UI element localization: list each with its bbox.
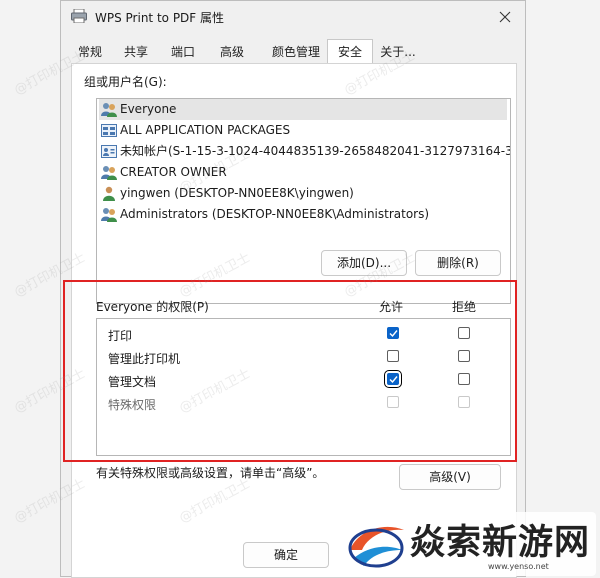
advanced-button[interactable]: 高级(V) (399, 464, 501, 490)
deny-checkbox-print[interactable] (458, 327, 470, 339)
permission-name: 管理此打印机 (108, 352, 181, 366)
users-group-icon (101, 102, 117, 117)
properties-dialog: WPS Print to PDF 属性 常规 共享 端口 高级 颜色管理 安全 … (60, 0, 526, 578)
group-list-label: 组或用户名(G): (84, 75, 167, 89)
remove-button[interactable]: 删除(R) (415, 250, 501, 276)
list-item-label: Everyone (120, 102, 177, 116)
deny-checkbox-manage-printer[interactable] (458, 350, 470, 362)
allow-checkbox-manage-documents[interactable] (384, 370, 402, 388)
window-title: WPS Print to PDF 属性 (95, 11, 225, 25)
ok-button[interactable]: 确定 (243, 542, 329, 568)
tab-about[interactable]: 关于... (373, 41, 423, 63)
security-panel: 组或用户名(G): Everyone ALL APPLICATION PACKA… (71, 63, 517, 578)
checkmark-icon (389, 330, 398, 338)
close-icon (499, 11, 511, 23)
list-item-everyone[interactable]: Everyone (99, 99, 507, 120)
list-item-label: ALL APPLICATION PACKAGES (120, 123, 291, 137)
allow-checkbox-manage-printer[interactable] (387, 350, 399, 362)
user-icon (101, 186, 117, 201)
users-group-icon (101, 165, 117, 180)
allow-checkbox-print[interactable] (387, 327, 399, 339)
list-item-label: yingwen (DESKTOP-NN0EE8K\yingwen) (120, 186, 354, 200)
app-packages-icon (101, 123, 117, 138)
permission-name: 打印 (108, 329, 133, 343)
permission-row-special: 特殊权限 (97, 392, 510, 415)
flame-logo-icon (344, 516, 408, 575)
printer-icon (71, 8, 87, 24)
list-item-label: Administrators (DESKTOP-NN0EE8K\Administ… (120, 207, 430, 221)
tab-ports[interactable]: 端口 (168, 41, 198, 63)
allow-column-header: 允许 (379, 300, 404, 314)
site-logo: 焱索新游网 www.yenso.net (338, 512, 596, 576)
allow-checkbox-special (387, 396, 399, 408)
permissions-title: Everyone 的权限(P) (96, 300, 209, 314)
tab-security[interactable]: 安全 (327, 39, 373, 65)
deny-checkbox-special (458, 396, 470, 408)
checkmark-icon (389, 376, 398, 384)
deny-checkbox-manage-documents[interactable] (458, 373, 470, 385)
tab-advanced[interactable]: 高级 (217, 41, 247, 63)
logo-url: www.yenso.net (488, 562, 549, 571)
advanced-hint: 有关特殊权限或高级设置，请单击“高级”。 (96, 466, 325, 480)
permissions-list: 打印 管理此打印机 管理文档 特殊权限 (96, 318, 511, 456)
permission-name: 管理文档 (108, 375, 157, 389)
unknown-account-icon (101, 144, 117, 159)
permission-row-print: 打印 (97, 323, 510, 346)
permission-row-manage-documents: 管理文档 (97, 369, 510, 392)
users-group-icon (101, 207, 117, 222)
logo-text: 焱索新游网 (410, 523, 591, 563)
add-button[interactable]: 添加(D)... (321, 250, 407, 276)
tab-sharing[interactable]: 共享 (121, 41, 151, 63)
list-item-label: CREATOR OWNER (120, 165, 227, 179)
permission-row-manage-printer: 管理此打印机 (97, 346, 510, 369)
close-button[interactable] (485, 1, 525, 33)
tab-general[interactable]: 常规 (75, 41, 105, 63)
deny-column-header: 拒绝 (452, 300, 477, 314)
permission-name: 特殊权限 (108, 398, 157, 412)
list-item-label: 未知帐户(S-1-15-3-1024-4044835139-2658482041… (120, 144, 511, 158)
tab-color-management[interactable]: 颜色管理 (267, 41, 325, 63)
title-bar: WPS Print to PDF 属性 (61, 1, 525, 33)
